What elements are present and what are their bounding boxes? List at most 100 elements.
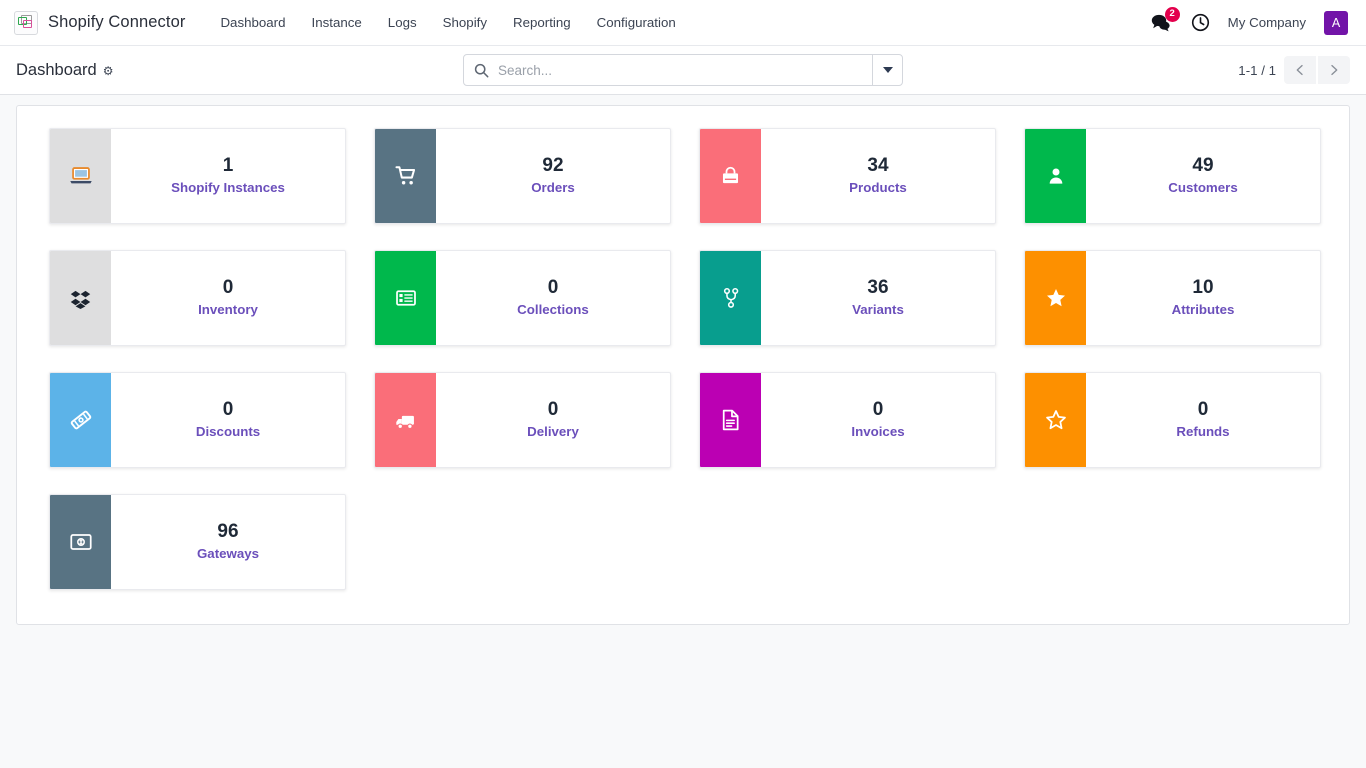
search-icon xyxy=(464,63,498,78)
pager-previous-button[interactable] xyxy=(1284,56,1316,84)
company-switcher[interactable]: My Company xyxy=(1228,15,1306,30)
main-content: 1 Shopify Instances 92 Orders 34Products 49 Cu… xyxy=(0,95,1366,768)
pager-count: 1-1 / 1 xyxy=(1238,63,1276,78)
kpi-label: Inventory xyxy=(198,303,258,318)
page-title: Dashboard xyxy=(16,61,97,80)
kpi-body: 0 Refunds xyxy=(1086,373,1320,467)
pager-buttons xyxy=(1284,56,1350,84)
kpi-label: Refunds xyxy=(1176,425,1229,440)
gear-icon[interactable]: ⚙ xyxy=(103,65,114,77)
kpi-body: 96 Gateways xyxy=(111,495,345,589)
chevron-left-icon xyxy=(1294,64,1306,76)
pager-next-button[interactable] xyxy=(1318,56,1350,84)
kpi-cell: 96 Gateways xyxy=(33,494,358,616)
kpi-label: Discounts xyxy=(196,425,260,440)
kpi-label: Collections xyxy=(517,303,589,318)
kpi-cell: 49 Customers xyxy=(1008,128,1333,250)
kpi-card-shopify-instances[interactable]: 1 Shopify Instances xyxy=(49,128,346,224)
brand-title: Shopify Connector xyxy=(48,13,185,32)
kpi-card-orders[interactable]: 92 Orders xyxy=(374,128,671,224)
kpi-value: 49 xyxy=(1192,156,1213,177)
kpi-label: Gateways xyxy=(197,547,259,562)
kpi-label: Customers xyxy=(1168,181,1237,196)
ticket-tag-icon xyxy=(50,373,111,467)
kpi-label: Variants xyxy=(852,303,904,318)
kpi-card-gateways[interactable]: 96 Gateways xyxy=(49,494,346,590)
kpi-value: 1 xyxy=(223,156,234,177)
kpi-body: 92 Orders xyxy=(436,129,670,223)
kpi-cell: 92 Orders xyxy=(358,128,683,250)
messages-badge: 2 xyxy=(1165,7,1180,22)
star-filled-icon xyxy=(1025,251,1086,345)
kpi-label: Shopify Instances xyxy=(171,181,285,196)
kpi-body: 10 Attributes xyxy=(1086,251,1320,345)
kpi-value: 34 xyxy=(867,156,888,177)
kpi-label: Orders xyxy=(531,181,575,196)
kpi-card-products[interactable]: 34Products xyxy=(699,128,996,224)
kpi-cell: 0 Discounts xyxy=(33,372,358,494)
kpi-cell: 10 Attributes xyxy=(1008,250,1333,372)
kpi-card-collections[interactable]: 0 Collections xyxy=(374,250,671,346)
kpi-card-inventory[interactable]: 0 Inventory xyxy=(49,250,346,346)
menu-item-dashboard[interactable]: Dashboard xyxy=(207,9,298,36)
kpi-value: 10 xyxy=(1192,278,1213,299)
messages-button[interactable]: 2 xyxy=(1149,12,1173,34)
kpi-value: 0 xyxy=(873,400,884,421)
kpi-label: Attributes xyxy=(1172,303,1235,318)
kpi-body: 0 Discounts xyxy=(111,373,345,467)
kpi-value: 0 xyxy=(223,278,234,299)
pager: 1-1 / 1 xyxy=(1238,56,1350,84)
kpi-card-customers[interactable]: 49 Customers xyxy=(1024,128,1321,224)
breadcrumb: Dashboard ⚙ xyxy=(16,61,114,80)
menu-item-configuration[interactable]: Configuration xyxy=(584,9,689,36)
kpi-cell: 0 Invoices xyxy=(683,372,1008,494)
shopify-connector-logo-icon xyxy=(14,11,38,35)
kpi-cell: 0 Refunds xyxy=(1008,372,1333,494)
kpi-card-delivery[interactable]: 0Delivery xyxy=(374,372,671,468)
search-box[interactable] xyxy=(463,54,903,86)
search-input[interactable] xyxy=(498,55,872,85)
shopping-cart-icon xyxy=(375,129,436,223)
kpi-cell: 1 Shopify Instances xyxy=(33,128,358,250)
kpi-card-invoices[interactable]: 0 Invoices xyxy=(699,372,996,468)
control-panel: Dashboard ⚙ 1-1 / 1 xyxy=(0,46,1366,95)
menu-item-shopify[interactable]: Shopify xyxy=(430,9,500,36)
brand-block[interactable]: Shopify Connector xyxy=(14,11,185,35)
kpi-cell: 0 Inventory xyxy=(33,250,358,372)
star-outline-icon xyxy=(1025,373,1086,467)
kpi-value: 0 xyxy=(223,400,234,421)
search-dropdown-toggle[interactable] xyxy=(872,55,902,85)
kpi-card-grid: 1 Shopify Instances 92 Orders 34Products 49 Cu… xyxy=(33,128,1333,616)
kpi-card-attributes[interactable]: 10 Attributes xyxy=(1024,250,1321,346)
user-avatar[interactable]: A xyxy=(1324,11,1348,35)
kpi-card-refunds[interactable]: 0 Refunds xyxy=(1024,372,1321,468)
kpi-label: Invoices xyxy=(851,425,904,440)
menu-item-instance[interactable]: Instance xyxy=(299,9,375,36)
menu-item-reporting[interactable]: Reporting xyxy=(500,9,584,36)
kpi-body: 36 Variants xyxy=(761,251,995,345)
kpi-body: 1 Shopify Instances xyxy=(111,129,345,223)
activity-button[interactable] xyxy=(1191,13,1210,32)
kpi-body: 49 Customers xyxy=(1086,129,1320,223)
top-navbar: Shopify Connector Dashboard Instance Log… xyxy=(0,0,1366,46)
kpi-card-variants[interactable]: 36 Variants xyxy=(699,250,996,346)
clock-icon xyxy=(1191,13,1210,32)
kpi-card-discounts[interactable]: 0 Discounts xyxy=(49,372,346,468)
kpi-cell: 0 Collections xyxy=(358,250,683,372)
menu-item-logs[interactable]: Logs xyxy=(375,9,430,36)
kpi-value: 96 xyxy=(217,522,238,543)
kpi-value: 36 xyxy=(867,278,888,299)
kpi-body: 0 Inventory xyxy=(111,251,345,345)
laptop-icon xyxy=(50,129,111,223)
shopping-bag-icon xyxy=(700,129,761,223)
dropbox-icon xyxy=(50,251,111,345)
kpi-value: 0 xyxy=(1198,400,1209,421)
truck-icon xyxy=(375,373,436,467)
kpi-body: 0Delivery xyxy=(436,373,670,467)
kpi-value: 0 xyxy=(548,278,559,299)
list-table-icon xyxy=(375,251,436,345)
kpi-body: 0 Collections xyxy=(436,251,670,345)
kpi-value: 92 xyxy=(542,156,563,177)
kpi-body: 34Products xyxy=(761,129,995,223)
kpi-body: 0 Invoices xyxy=(761,373,995,467)
